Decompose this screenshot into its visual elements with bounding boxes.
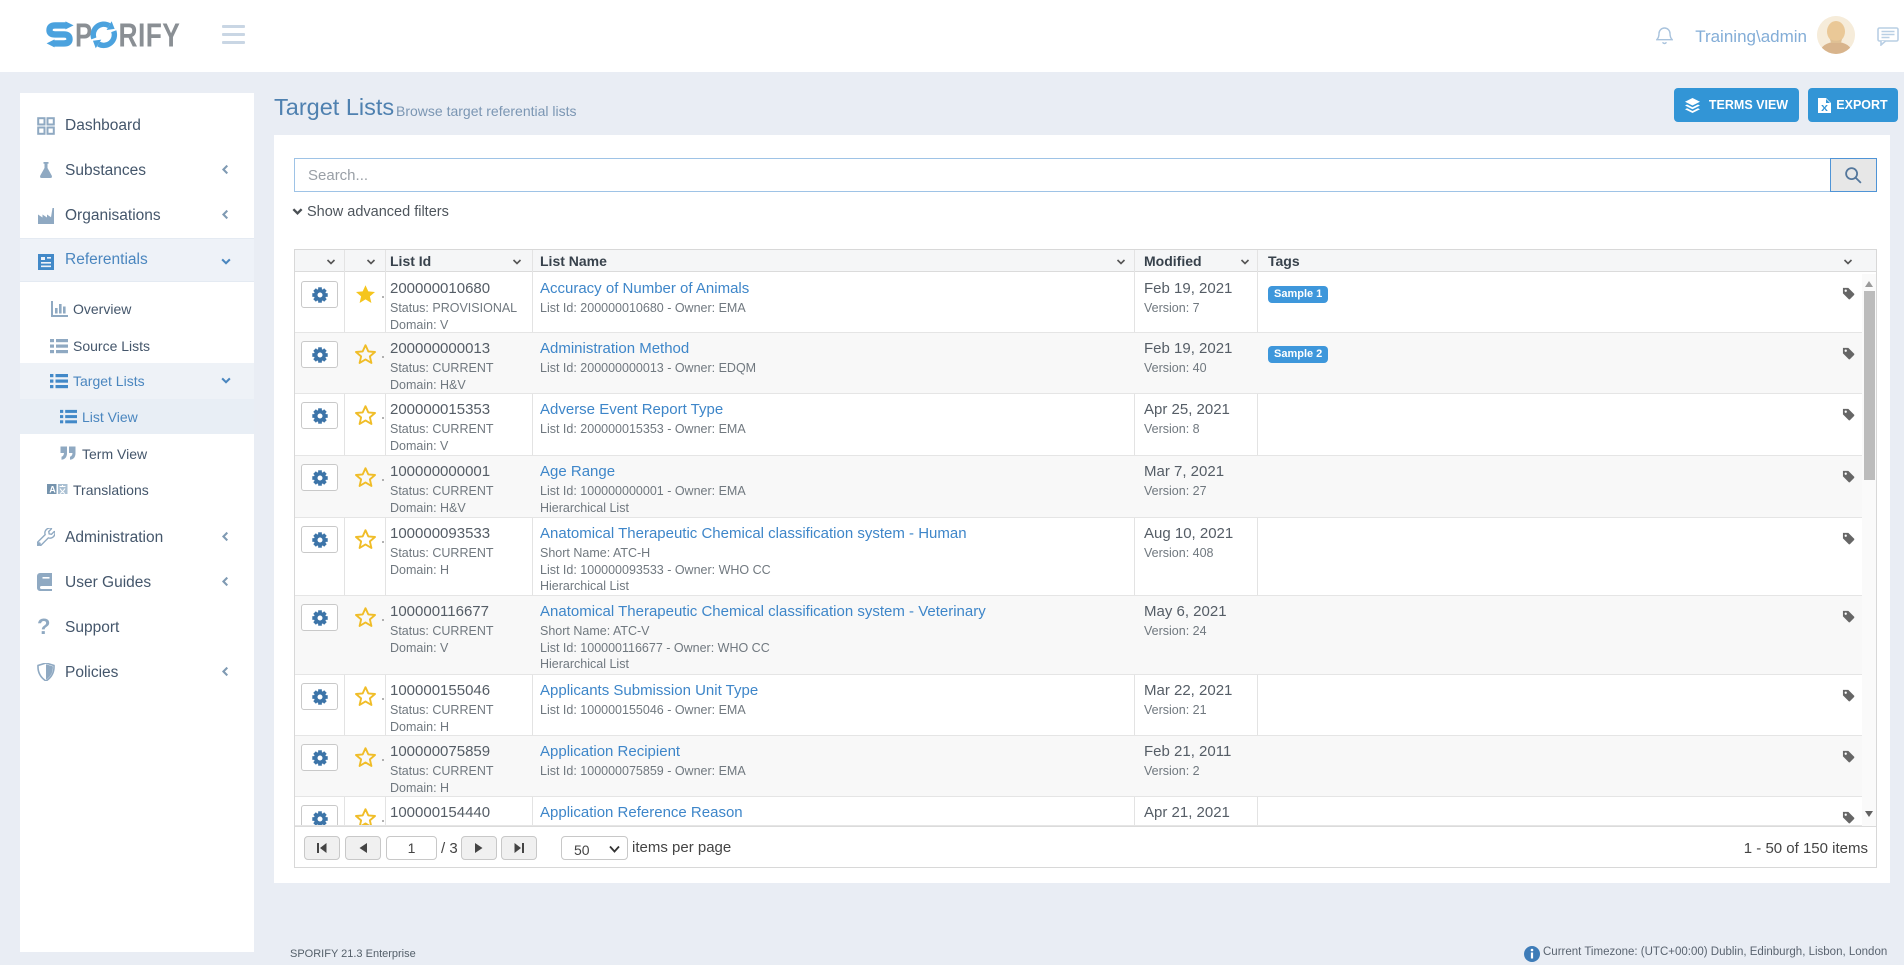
svg-text:A: A	[49, 485, 56, 495]
svg-text:P: P	[75, 18, 92, 55]
svg-text:RIFY: RIFY	[119, 18, 181, 54]
